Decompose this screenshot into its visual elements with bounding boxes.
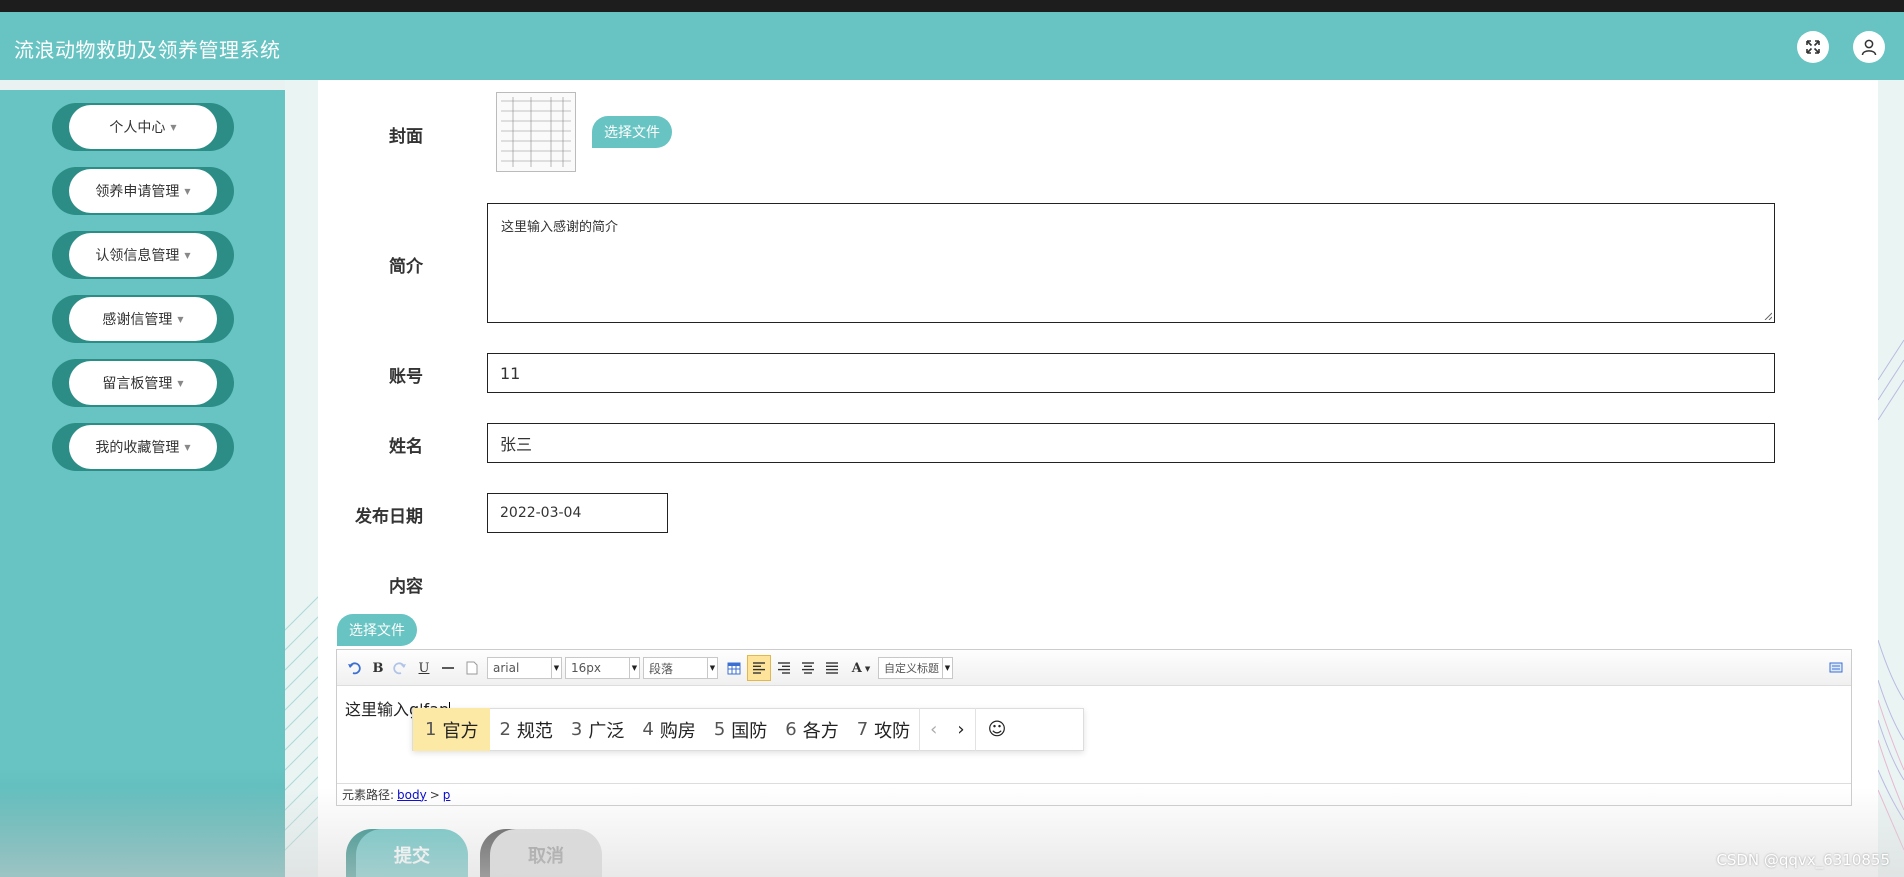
name-input[interactable]: 张三 bbox=[487, 423, 1775, 463]
sidebar-item-claim-info[interactable]: 认领信息管理 ▼ bbox=[52, 231, 234, 279]
redo-icon[interactable] bbox=[391, 659, 409, 677]
cover-image-thumbnail bbox=[496, 92, 576, 172]
ime-candidate[interactable]: 4 购房 bbox=[633, 708, 704, 751]
resize-grip-icon[interactable] bbox=[1764, 312, 1772, 320]
align-center-icon[interactable] bbox=[799, 659, 817, 677]
watermark-text: CSDN @qqvx_6310855 bbox=[1716, 851, 1890, 869]
align-left-button[interactable] bbox=[747, 655, 771, 681]
preview-icon[interactable] bbox=[1827, 659, 1845, 677]
element-path-p-link[interactable]: p bbox=[443, 788, 451, 802]
font-size-value: 16px bbox=[571, 661, 601, 675]
align-left-icon bbox=[753, 662, 765, 674]
align-justify-icon[interactable] bbox=[823, 659, 841, 677]
chevron-down-icon: ▼ bbox=[177, 378, 184, 388]
ime-next-page-button[interactable]: › bbox=[947, 708, 974, 751]
ime-prev-page-button[interactable]: ‹ bbox=[919, 708, 947, 751]
sidebar-item-label: 我的收藏管理 bbox=[95, 440, 180, 456]
chevron-down-icon: ▼ bbox=[864, 663, 871, 673]
user-menu-button[interactable] bbox=[1853, 31, 1885, 63]
custom-title-value: 自定义标题 bbox=[884, 662, 939, 675]
emoji-icon: ☺ bbox=[987, 719, 1007, 740]
font-family-value: arial bbox=[493, 661, 520, 675]
chevron-down-icon: ▼ bbox=[707, 658, 717, 678]
account-label: 账号 bbox=[389, 367, 423, 387]
content-label: 内容 bbox=[389, 577, 423, 597]
user-avatar-icon bbox=[1861, 39, 1877, 56]
sidebar-item-label: 领养申请管理 bbox=[95, 184, 180, 200]
content-choose-file-button[interactable]: 选择文件 bbox=[337, 614, 417, 646]
underline-button[interactable]: U bbox=[415, 659, 433, 677]
publish-date-input[interactable]: 2022-03-04 bbox=[487, 493, 668, 533]
custom-title-select[interactable]: 自定义标题 ▼ bbox=[878, 657, 953, 679]
element-path-label: 元素路径: bbox=[342, 788, 395, 802]
cancel-button[interactable]: 取消 bbox=[490, 829, 602, 877]
intro-textarea[interactable]: 这里输入感谢的简介 bbox=[487, 203, 1775, 323]
expand-arrows-icon bbox=[1806, 40, 1820, 54]
background-decoration-right bbox=[1878, 80, 1904, 877]
sidebar-item-label: 个人中心 bbox=[109, 120, 166, 136]
align-right-icon[interactable] bbox=[775, 659, 793, 677]
sidebar-item-label: 认领信息管理 bbox=[95, 248, 180, 264]
intro-text: 这里输入感谢的简介 bbox=[501, 220, 619, 235]
publish-date-label: 发布日期 bbox=[355, 507, 423, 527]
chevron-down-icon: ▼ bbox=[170, 122, 177, 132]
cover-choose-file-button[interactable]: 选择文件 bbox=[592, 116, 672, 148]
editor-toolbar: B U arial ▼ 16px ▼ 段落 ▼ A ▼ 自定义标题 ▼ bbox=[337, 650, 1851, 686]
ime-candidate[interactable]: 1 官方 bbox=[413, 708, 491, 751]
chevron-down-icon: ▼ bbox=[629, 658, 639, 678]
ime-candidate[interactable]: 2 规范 bbox=[490, 708, 561, 751]
chevron-left-icon: ‹ bbox=[930, 719, 938, 740]
app-title: 流浪动物救助及领养管理系统 bbox=[14, 38, 281, 62]
window-top-strip bbox=[0, 0, 1904, 12]
ime-candidate[interactable]: 6 各方 bbox=[776, 708, 847, 751]
account-input[interactable]: 11 bbox=[487, 353, 1775, 393]
name-label: 姓名 bbox=[389, 437, 423, 457]
table-icon[interactable] bbox=[725, 659, 743, 677]
chevron-right-icon: › bbox=[957, 719, 965, 740]
font-color-button[interactable]: A ▼ bbox=[847, 659, 875, 677]
undo-icon[interactable] bbox=[345, 659, 363, 677]
sidebar-item-my-favorites[interactable]: 我的收藏管理 ▼ bbox=[52, 423, 234, 471]
horizontal-rule-icon[interactable] bbox=[439, 659, 457, 677]
sidebar-item-label: 留言板管理 bbox=[102, 376, 173, 392]
sidebar-item-personal-center[interactable]: 个人中心 ▼ bbox=[52, 103, 234, 151]
paragraph-select[interactable]: 段落 ▼ bbox=[643, 657, 718, 679]
chevron-down-icon: ▼ bbox=[184, 250, 191, 260]
paragraph-value: 段落 bbox=[649, 661, 674, 676]
background-decoration-left bbox=[285, 80, 318, 877]
element-path-body-link[interactable]: body bbox=[397, 788, 427, 802]
font-color-label: A bbox=[851, 660, 862, 676]
font-family-select[interactable]: arial ▼ bbox=[487, 657, 562, 679]
sidebar: 个人中心 ▼ 领养申请管理 ▼ 认领信息管理 ▼ 感谢信管理 ▼ 留言板管理 ▼ 我的收藏… bbox=[0, 90, 285, 877]
sidebar-item-message-board[interactable]: 留言板管理 ▼ bbox=[52, 359, 234, 407]
main-content: 封面 选择文件 简介 这里输入感谢的简介 账号 11 姓名 张三 发布日期 20… bbox=[318, 80, 1878, 877]
top-header: 流浪动物救助及领养管理系统 bbox=[0, 12, 1904, 80]
ime-candidate[interactable]: 3 广泛 bbox=[562, 708, 633, 751]
sidebar-item-adoption-applications[interactable]: 领养申请管理 ▼ bbox=[52, 167, 234, 215]
sidebar-item-label: 感谢信管理 bbox=[102, 312, 173, 328]
chevron-down-icon: ▼ bbox=[942, 658, 952, 678]
chevron-down-icon: ▼ bbox=[551, 658, 561, 678]
submit-button[interactable]: 提交 bbox=[356, 829, 468, 877]
ime-candidate-window: 1 官方 2 规范 3 广泛 4 购房 5 国防 6 各方 7 攻防 ‹ › ☺ bbox=[412, 708, 1084, 751]
element-path-separator: > bbox=[429, 787, 440, 802]
editor-status-bar: 元素路径: body > p bbox=[337, 783, 1851, 805]
page-icon[interactable] bbox=[463, 659, 481, 677]
ime-emoji-button[interactable]: ☺ bbox=[974, 708, 1019, 751]
fullscreen-button[interactable] bbox=[1797, 31, 1829, 63]
intro-label: 简介 bbox=[389, 257, 423, 277]
ime-candidate[interactable]: 7 攻防 bbox=[848, 708, 919, 751]
sidebar-item-thank-you-letters[interactable]: 感谢信管理 ▼ bbox=[52, 295, 234, 343]
cover-label: 封面 bbox=[389, 127, 423, 147]
ime-candidate[interactable]: 5 国防 bbox=[705, 708, 776, 751]
rich-text-editor: B U arial ▼ 16px ▼ 段落 ▼ A ▼ 自定义标题 ▼ 这里输入… bbox=[336, 649, 1852, 806]
bold-button[interactable]: B bbox=[369, 659, 387, 677]
font-size-select[interactable]: 16px ▼ bbox=[565, 657, 640, 679]
chevron-down-icon: ▼ bbox=[184, 442, 191, 452]
chevron-down-icon: ▼ bbox=[177, 314, 184, 324]
chevron-down-icon: ▼ bbox=[184, 186, 191, 196]
